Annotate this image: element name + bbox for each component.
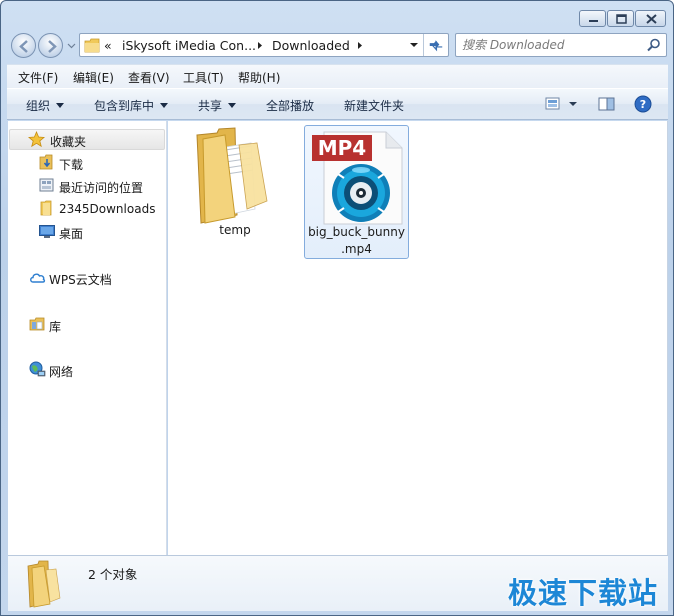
nav-network[interactable]: 网络: [29, 360, 165, 380]
library-icon: [29, 317, 45, 331]
nav-item-label: 下载: [59, 158, 84, 172]
nav-libraries-label: 库: [49, 320, 62, 334]
recent-pages-chevron-icon[interactable]: [67, 41, 76, 50]
menu-help[interactable]: 帮助(H): [238, 69, 280, 86]
nav-item-desktop[interactable]: 桌面: [39, 222, 165, 242]
organize-label: 组织: [26, 99, 51, 113]
chevron-right-icon[interactable]: [256, 41, 264, 50]
details-pane: 2 个对象 极速下载站: [8, 555, 668, 611]
file-name: temp: [219, 223, 251, 237]
watermark-logo: 极速下载站: [508, 576, 659, 610]
close-button[interactable]: [635, 10, 666, 27]
nav-wps-cloud-label: WPS云文档: [49, 273, 112, 287]
help-icon[interactable]: ?: [634, 95, 652, 113]
explorer-window: « iSkysoft iMedia Con... Downloaded 文件(F…: [0, 0, 674, 616]
nav-libraries[interactable]: 库: [29, 315, 165, 335]
back-button[interactable]: [11, 33, 36, 58]
maximize-button[interactable]: [607, 10, 634, 27]
svg-text:?: ?: [640, 98, 646, 111]
file-item-temp[interactable]: temp: [184, 125, 286, 255]
menu-file[interactable]: 文件(F): [18, 69, 58, 86]
share-label: 共享: [198, 99, 223, 113]
downloads-folder-icon: [39, 154, 53, 170]
search-icon[interactable]: [646, 37, 662, 53]
include-in-library-button[interactable]: 包含到库中: [94, 97, 169, 114]
command-bar: 组织 包含到库中 共享 全部播放 新建文件夹 ?: [7, 88, 668, 120]
breadcrumb-iskysoft[interactable]: iSkysoft iMedia Con...: [122, 38, 256, 53]
menu-view[interactable]: 查看(V): [128, 69, 170, 86]
nav-item-2345downloads[interactable]: 2345Downloads: [39, 199, 165, 219]
address-bar[interactable]: « iSkysoft iMedia Con... Downloaded: [79, 33, 449, 57]
nav-wps-cloud[interactable]: WPS云文档: [29, 268, 165, 288]
arrow-left-icon: [19, 40, 28, 53]
item-count: 2 个对象: [88, 567, 138, 582]
forward-button[interactable]: [38, 33, 63, 58]
file-name-line2: .mp4: [341, 242, 372, 256]
nav-item-label: 2345Downloads: [59, 202, 156, 216]
file-name-line1: big_buck_bunny: [308, 225, 405, 239]
folder-icon: [196, 127, 268, 224]
menu-tools[interactable]: 工具(T): [183, 69, 224, 86]
nav-item-downloads[interactable]: 下载: [39, 153, 165, 173]
recent-places-icon: [39, 178, 54, 192]
breadcrumb-downloaded[interactable]: Downloaded: [272, 38, 350, 53]
menu-bar: 文件(F) 编辑(E) 查看(V) 工具(T) 帮助(H): [7, 64, 668, 88]
address-overflow[interactable]: «: [104, 38, 112, 53]
dropdown-arrow-icon: [56, 103, 65, 108]
folder-icon: [27, 560, 61, 608]
nav-item-label: 桌面: [59, 227, 84, 241]
arrow-right-icon: [48, 40, 57, 53]
desktop-icon: [39, 225, 55, 238]
change-view-icon[interactable]: [545, 95, 579, 113]
include-in-library-label: 包含到库中: [94, 99, 155, 113]
dropdown-arrow-icon: [160, 103, 169, 108]
organize-button[interactable]: 组织: [26, 97, 65, 114]
preview-pane-icon[interactable]: [598, 95, 616, 113]
network-globe-icon: [29, 361, 46, 377]
play-all-button[interactable]: 全部播放: [266, 97, 314, 114]
folder-icon: [84, 38, 100, 53]
mp4-badge-label: MP4: [318, 136, 366, 160]
nav-network-label: 网络: [49, 365, 74, 379]
menu-edit[interactable]: 编辑(E): [73, 69, 114, 86]
nav-item-label: 最近访问的位置: [59, 181, 144, 195]
nav-item-recent-places[interactable]: 最近访问的位置: [39, 176, 165, 196]
minimize-button[interactable]: [579, 10, 606, 27]
star-icon: [28, 131, 45, 148]
nav-favorites[interactable]: 收藏夹: [9, 129, 165, 150]
cloud-icon: [30, 273, 46, 283]
file-item-big-buck-bunny[interactable]: MP4 big_buck_bunny .mp4: [304, 125, 409, 259]
pane-border: [667, 121, 668, 555]
search-input[interactable]: [462, 37, 642, 53]
new-folder-button[interactable]: 新建文件夹: [344, 97, 404, 114]
search-box[interactable]: [455, 33, 667, 57]
folder-icon: [40, 200, 52, 216]
dropdown-arrow-icon: [228, 103, 237, 108]
share-button[interactable]: 共享: [198, 97, 237, 114]
address-dropdown-icon[interactable]: [407, 35, 421, 55]
nav-favorites-label: 收藏夹: [50, 135, 87, 149]
mp4-video-file-icon: MP4: [312, 131, 403, 225]
chevron-right-icon[interactable]: [356, 41, 364, 50]
refresh-icon[interactable]: [423, 34, 448, 56]
